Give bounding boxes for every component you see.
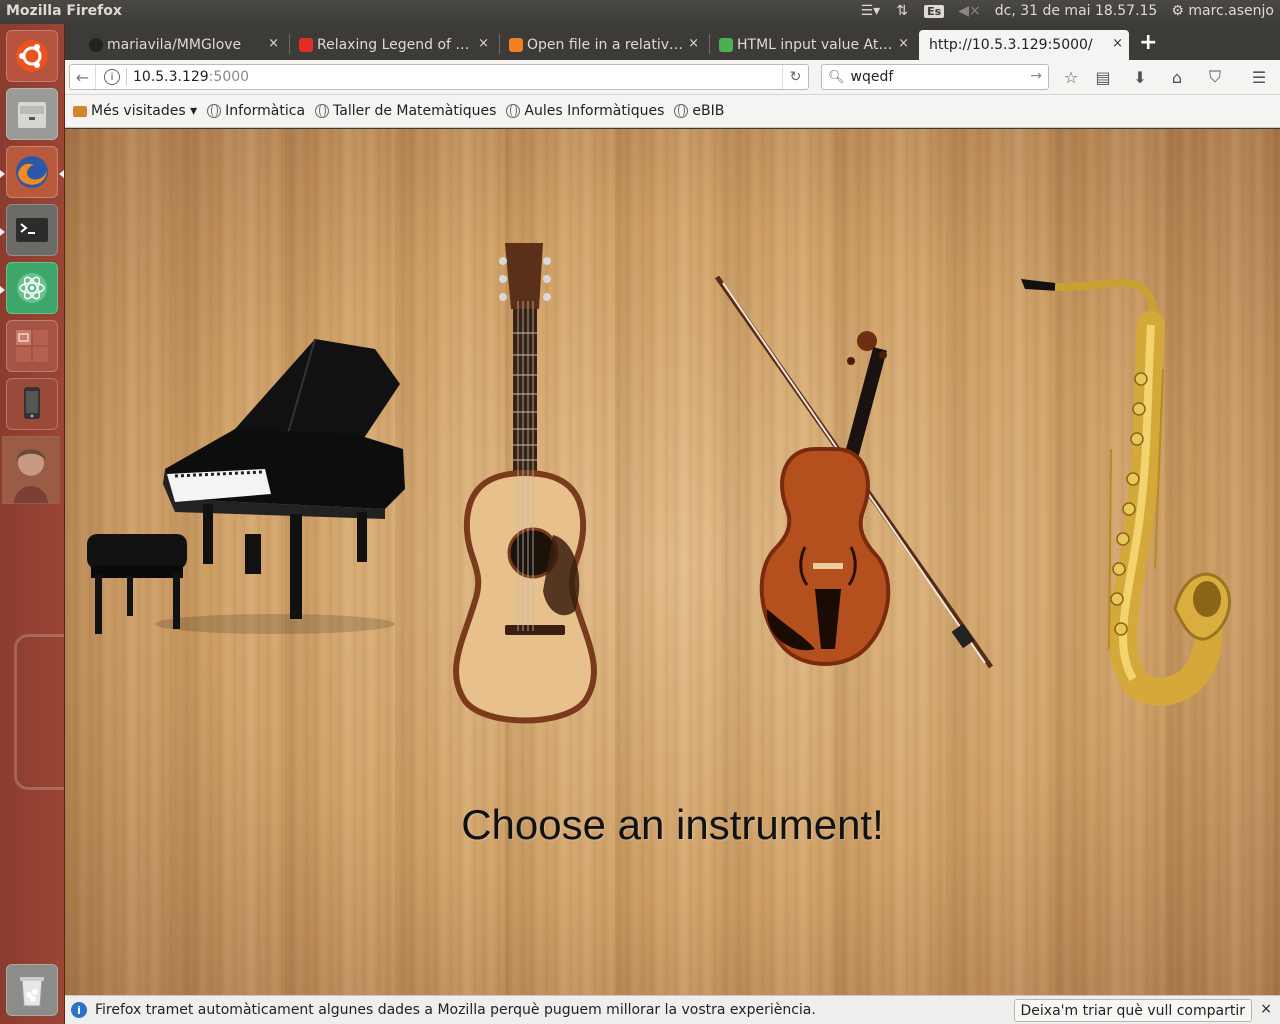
search-input[interactable]: 🔍︎ wqedf → (821, 64, 1049, 90)
trash-icon[interactable] (6, 964, 58, 1016)
bookmarks-toolbar: Més visitades ▾ Informàtica Taller de Ma… (65, 95, 1280, 128)
stackoverflow-icon (509, 38, 523, 52)
bookmark-label: Aules Informàtiques (524, 103, 665, 119)
violin-image[interactable] (695, 269, 1005, 689)
close-tab-icon[interactable]: × (898, 36, 909, 51)
saxophone-image[interactable] (1015, 269, 1235, 709)
clock[interactable]: dc, 31 de mai 18.57.15 (995, 3, 1158, 19)
pocket-icon[interactable]: ⛉ (1203, 66, 1227, 88)
user-menu[interactable]: ⚙ marc.asenjo (1171, 3, 1274, 19)
w3schools-icon (719, 38, 733, 52)
bookmark-aules-informatiques[interactable]: Aules Informàtiques (506, 103, 664, 119)
info-icon: i (71, 1002, 87, 1018)
folder-icon (73, 105, 87, 117)
system-top-panel: Mozilla Firefox ☰▾ ⇅ Es ◀× dc, 31 de mai… (0, 0, 1280, 24)
bookmark-label: Taller de Matemàtiques (333, 103, 497, 119)
keyboard-layout-indicator[interactable]: Es (924, 4, 945, 18)
bookmark-ebib[interactable]: eBIB (674, 103, 724, 119)
workspace-switcher-icon[interactable] (6, 320, 58, 372)
tab-label: http://10.5.3.129:5000/ (929, 37, 1093, 53)
reload-icon[interactable]: ↻ (782, 65, 808, 89)
indicator-area: ☰▾ ⇅ Es ◀× dc, 31 de mai 18.57.15 ⚙ marc… (861, 3, 1274, 19)
volume-muted-icon[interactable]: ◀× (958, 3, 981, 19)
reading-list-icon[interactable]: ▤ (1091, 66, 1115, 88)
tab-mmglove[interactable]: mariavila/MMGlove × (85, 30, 285, 60)
drop-hint-decoration (14, 634, 64, 790)
files-icon[interactable] (6, 88, 58, 140)
tab-label: Relaxing Legend of … (317, 37, 470, 53)
running-indicator (0, 228, 5, 236)
tab-label: Open file in a relativ… (527, 37, 684, 53)
bookmark-label: Més visitades ▾ (91, 103, 198, 119)
globe-icon (506, 104, 521, 118)
close-icon[interactable]: × (1260, 1001, 1272, 1017)
window-title: Mozilla Firefox (6, 3, 122, 19)
tab-label: mariavila/MMGlove (107, 37, 242, 53)
running-indicator (0, 170, 5, 178)
page-content: Choose an instrument! (65, 129, 1280, 995)
choose-what-to-share-button[interactable]: Deixa'm triar què vull compartir (1013, 999, 1252, 1022)
atom-editor-icon[interactable] (6, 262, 58, 314)
bookmark-taller-matematiques[interactable]: Taller de Matemàtiques (315, 103, 496, 119)
tab-local-server[interactable]: http://10.5.3.129:5000/ × (919, 30, 1129, 60)
guitar-image[interactable] (425, 241, 625, 731)
tab-label: HTML input value At… (737, 37, 893, 53)
network-icon[interactable]: ⇅ (894, 3, 910, 19)
unity-launcher (0, 24, 65, 1024)
avatar (2, 436, 60, 504)
tab-separator (499, 34, 500, 54)
page-headline: Choose an instrument! (461, 801, 884, 848)
home-icon[interactable]: ⌂ (1165, 66, 1189, 88)
navigation-toolbar: ← i 10.5.3.129:5000 ↻ 🔍︎ wqedf → ☆ ▤ ⬇ ⌂… (65, 60, 1280, 95)
phone-device-icon[interactable] (6, 378, 58, 430)
github-icon (89, 38, 103, 52)
tab-separator (709, 34, 710, 54)
running-indicator (0, 286, 5, 294)
globe-icon (674, 104, 689, 118)
url-port-text: :5000 (208, 69, 250, 85)
hamburger-menu-icon[interactable]: ☰ (1247, 66, 1271, 88)
close-tab-icon[interactable]: × (1112, 36, 1123, 51)
tab-separator (289, 34, 290, 54)
terminal-icon[interactable] (6, 204, 58, 256)
tab-strip: mariavila/MMGlove × Relaxing Legend of …… (65, 24, 1280, 60)
firefox-icon[interactable] (6, 146, 58, 198)
menu-indicator-icon[interactable]: ☰▾ (861, 3, 881, 19)
tab-html-input[interactable]: HTML input value At… × (715, 30, 915, 60)
url-bar[interactable]: ← i 10.5.3.129:5000 ↻ (69, 64, 809, 90)
search-go-arrow-icon[interactable]: → (1030, 68, 1042, 84)
user-name: marc.asenjo (1188, 3, 1274, 19)
focused-indicator (59, 170, 64, 178)
close-tab-icon[interactable]: × (478, 36, 489, 51)
tab-open-file[interactable]: Open file in a relativ… × (505, 30, 705, 60)
downloads-icon[interactable]: ⬇ (1128, 66, 1152, 88)
tab-relaxing-legend[interactable]: Relaxing Legend of … × (295, 30, 495, 60)
bookmark-label: eBIB (692, 103, 725, 119)
notification-message: Firefox tramet automàticament algunes da… (95, 1002, 816, 1018)
url-host: 10.5.3.129:5000 (133, 69, 249, 85)
bookmark-star-icon[interactable]: ☆ (1059, 66, 1083, 88)
piano-image[interactable] (85, 334, 415, 644)
bookmark-informatica[interactable]: Informàtica (207, 103, 305, 119)
search-icon: 🔍︎ (828, 69, 845, 85)
close-tab-icon[interactable]: × (688, 36, 699, 51)
data-reporting-notification: i Firefox tramet automàticament algunes … (65, 995, 1280, 1024)
url-host-text: 10.5.3.129 (133, 69, 209, 85)
back-arrow-icon[interactable]: ← (70, 65, 96, 89)
globe-icon (207, 104, 222, 118)
search-query: wqedf (850, 69, 894, 85)
gear-icon: ⚙ (1171, 3, 1184, 19)
youtube-icon (299, 38, 313, 52)
site-info-icon[interactable]: i (104, 69, 120, 85)
globe-icon (315, 104, 330, 118)
ubuntu-dash-icon[interactable] (6, 30, 58, 82)
bookmark-label: Informàtica (225, 103, 306, 119)
close-tab-icon[interactable]: × (268, 36, 279, 51)
new-tab-button[interactable]: + (1139, 30, 1157, 55)
divider (126, 68, 127, 86)
bookmark-most-visited[interactable]: Més visitades ▾ (73, 103, 197, 119)
